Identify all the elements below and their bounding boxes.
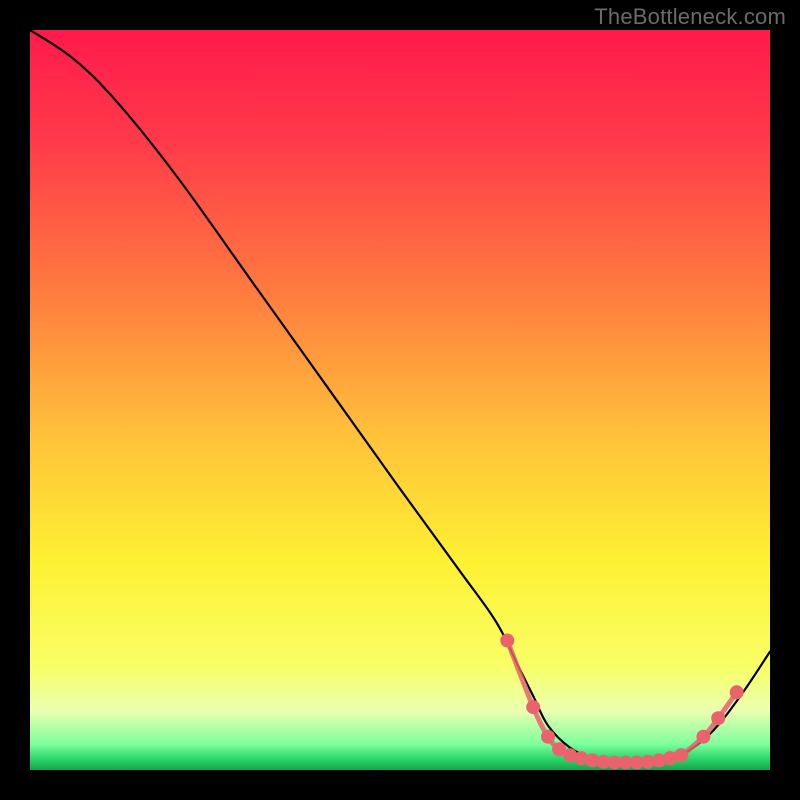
marker-dot [500,634,514,648]
marker-dot [730,685,744,699]
chart-svg [0,0,800,800]
marker-dot [541,730,555,744]
marker-dot [711,711,725,725]
marker-dot [526,700,540,714]
marker-dot [674,748,688,762]
marker-dot [696,730,710,744]
plot-background [30,30,770,770]
chart-stage: TheBottleneck.com [0,0,800,800]
